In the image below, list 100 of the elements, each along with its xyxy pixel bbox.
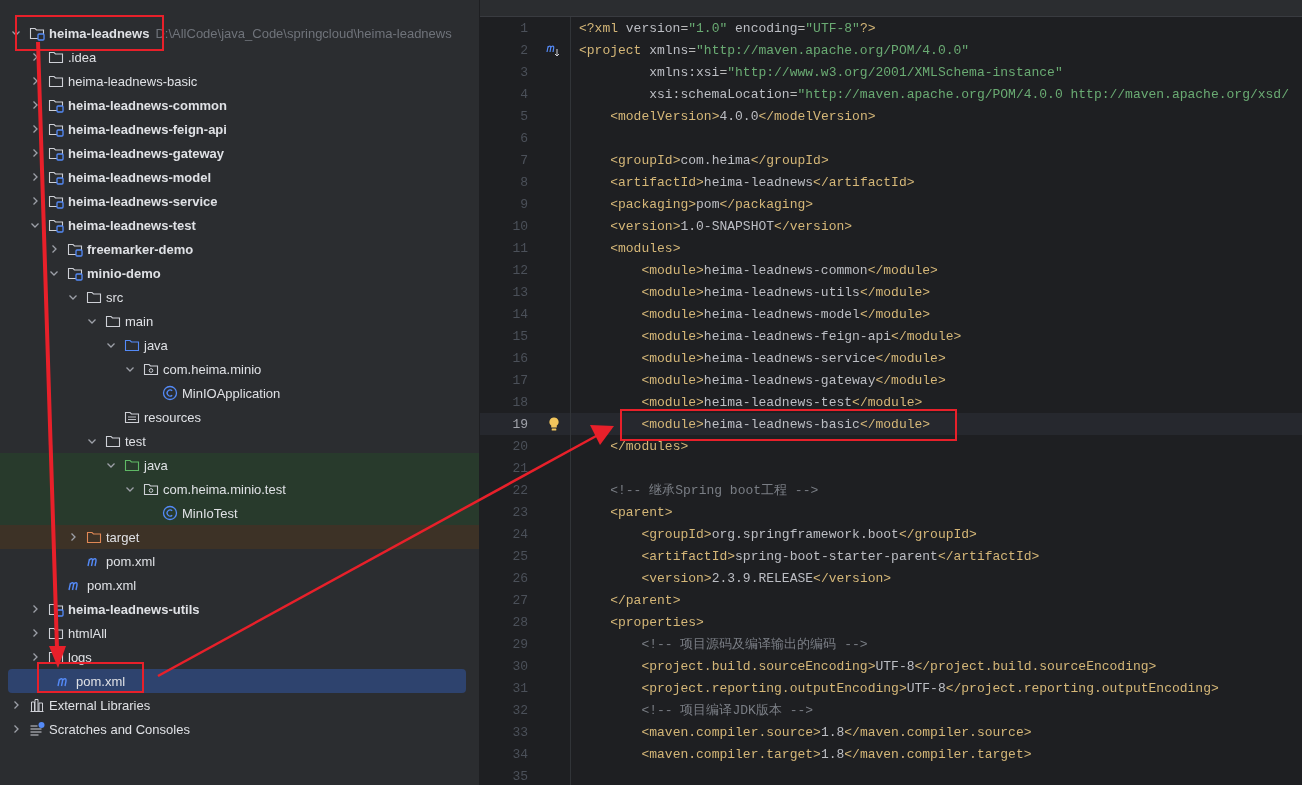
code-line: <?xml version="1.0" encoding="UTF-8"?>: [579, 20, 876, 36]
code-line: <parent>: [609, 504, 673, 520]
tree-item-label: com.heima.minio: [163, 361, 262, 377]
source-folder-icon: [124, 337, 140, 353]
code-line: <properties>: [609, 614, 704, 630]
code-line: <module>heima-leadnews-gateway</module>: [640, 372, 946, 388]
tree-item-label: src: [106, 289, 124, 305]
code-line: <module>heima-leadnews-feign-api</module>: [640, 328, 962, 344]
test-folder-icon: [124, 457, 140, 473]
tree-item[interactable]: java: [0, 453, 479, 477]
folder-icon: [48, 73, 64, 89]
maven-gutter-icon[interactable]: [545, 42, 562, 58]
tree-item[interactable]: freemarker-demo: [0, 237, 479, 261]
code-line: <version>2.3.9.RELEASE</version>: [640, 570, 892, 586]
code-line: <packaging>pom</packaging>: [609, 196, 814, 212]
tree-item-label: pom.xml: [106, 553, 156, 569]
code-line: <project.build.sourceEncoding>UTF-8</project.build.sourceEncoding>: [640, 658, 1157, 674]
code-line: <modelVersion>4.0.0</modelVersion>: [609, 108, 876, 124]
tree-item-label: target: [106, 529, 140, 545]
tree-item[interactable]: heima-leadnews-model: [0, 165, 479, 189]
code-line: <!-- 项目源码及编译输出的编码 -->: [640, 636, 868, 653]
tree-item[interactable]: Scratches and Consoles: [0, 717, 479, 741]
scratches-icon: [29, 721, 45, 737]
code-line: <module>heima-leadnews-basic</module>: [640, 416, 931, 432]
tree-item-label: java: [144, 337, 168, 353]
libraries-icon: [29, 697, 45, 713]
tree-item-label: heima-leadnews-gateway: [68, 145, 225, 161]
module-folder-icon: [48, 217, 64, 233]
folder-icon: [48, 625, 64, 641]
code-line: </modules>: [609, 438, 689, 454]
line-number: 19: [511, 416, 529, 432]
tree-item[interactable]: pom.xml: [0, 573, 479, 597]
code-line: <artifactId>spring-boot-starter-parent</artifactId>: [640, 548, 1040, 564]
tree-item[interactable]: htmlAll: [0, 621, 479, 645]
tree-item-label: main: [125, 313, 154, 329]
tree-item-label: test: [125, 433, 146, 449]
tree-item-label: heima-leadnews-service: [68, 193, 218, 209]
folder-icon: [48, 49, 64, 65]
tree-item[interactable]: java: [0, 333, 479, 357]
tree-item[interactable]: main: [0, 309, 479, 333]
tree-item[interactable]: heima-leadnews-common: [0, 93, 479, 117]
tree-item[interactable]: com.heima.minio: [0, 357, 479, 381]
code-line: <project xmlns="http://maven.apache.org/POM/4.0.0": [579, 42, 970, 58]
package-icon: [143, 481, 159, 497]
tree-item-label: Scratches and Consoles: [49, 721, 190, 737]
code-line: <!-- 继承Spring boot工程 -->: [609, 482, 819, 499]
code-line: <module>heima-leadnews-common</module>: [640, 262, 938, 278]
code-line: <maven.compiler.target>1.8</maven.compiler.target>: [640, 746, 1032, 762]
package-icon: [143, 361, 159, 377]
tree-item[interactable]: MinIoTest: [0, 501, 479, 525]
folder-icon: [105, 313, 121, 329]
tree-item[interactable]: target: [0, 525, 479, 549]
code-line: <module>heima-leadnews-model</module>: [640, 306, 931, 322]
code-line: <version>1.0-SNAPSHOT</version>: [609, 218, 853, 234]
tree-item-label: pom.xml: [87, 577, 137, 593]
code-line: <groupId>org.springframework.boot</groupId>: [640, 526, 977, 542]
tree-item-label: resources: [144, 409, 202, 425]
tree-item-label: heima-leadnews-common: [68, 97, 227, 113]
module-folder-icon: [48, 169, 64, 185]
tree-item-label: heima-leadnews-basic: [68, 73, 198, 89]
tree-item[interactable]: heima-leadnews-basic: [0, 69, 479, 93]
tree-item[interactable]: com.heima.minio.test: [0, 477, 479, 501]
module-folder-icon: [48, 121, 64, 137]
class-icon: [162, 385, 178, 401]
code-line: <project.reporting.outputEncoding>UTF-8</project.reporting.outputEncoding>: [640, 680, 1219, 696]
folder-icon: [105, 433, 121, 449]
class-icon: [162, 505, 178, 521]
selected-tree-item[interactable]: pom.xml: [8, 669, 466, 693]
tree-item[interactable]: MinIOApplication: [0, 381, 479, 405]
module-folder-icon: [48, 145, 64, 161]
folder-icon: [86, 529, 102, 545]
tree-item[interactable]: heima-leadnews-service: [0, 189, 479, 213]
code-line: <module>heima-leadnews-test</module>: [640, 394, 923, 410]
tree-item[interactable]: heima-leadnews-test: [0, 213, 479, 237]
code-line: </parent>: [609, 592, 681, 608]
code-line: <maven.compiler.source>1.8</maven.compiler.source>: [640, 724, 1032, 740]
tree-item-label: htmlAll: [68, 625, 107, 641]
code-line: <groupId>com.heima</groupId>: [609, 152, 829, 168]
module-folder-icon: [48, 193, 64, 209]
tree-item[interactable]: heima-leadnews-feign-api: [0, 117, 479, 141]
tree-item[interactable]: .idea: [0, 45, 479, 69]
tree-item[interactable]: minio-demo: [0, 261, 479, 285]
tree-item-label: heima-leadnews-utils: [68, 601, 200, 617]
tree-item[interactable]: heima-leadnews-gateway: [0, 141, 479, 165]
tree-item[interactable]: resources: [0, 405, 479, 429]
module-folder-icon: [29, 25, 45, 41]
tree-item-label: heima-leadnews-model: [68, 169, 212, 185]
tree-item[interactable]: pom.xml: [0, 549, 479, 573]
module-folder-icon: [48, 97, 64, 113]
code-line: xmlns:xsi="http://www.w3.org/2001/XMLSchema-instance": [648, 64, 1063, 80]
tree-item[interactable]: src: [0, 285, 479, 309]
tree-item-label: heima-leadnews: [49, 25, 150, 41]
tree-item-label: MinIOApplication: [182, 385, 281, 401]
tree-item-label: MinIoTest: [182, 505, 238, 521]
tree-item[interactable]: test: [0, 429, 479, 453]
module-folder-icon: [67, 265, 83, 281]
tree-item[interactable]: heima-leadnews-utils: [0, 597, 479, 621]
code-line: xsi:schemaLocation="http://maven.apache.org/POM/4.0.0 http://maven.apache.org/xsd/: [648, 86, 1289, 102]
tree-item-label: com.heima.minio.test: [163, 481, 286, 497]
tree-item[interactable]: External Libraries: [0, 693, 479, 717]
